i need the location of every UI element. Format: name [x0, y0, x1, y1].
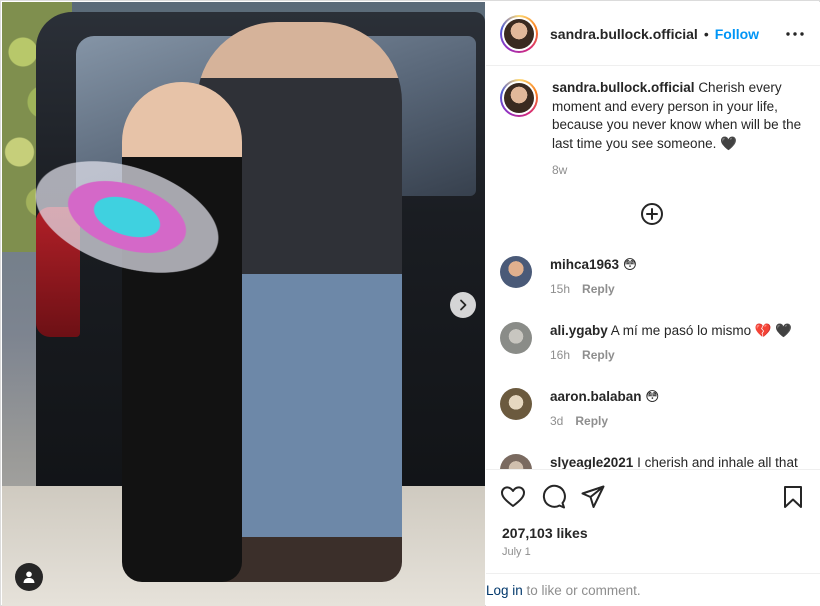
author-username[interactable]: sandra.bullock.official [550, 26, 698, 42]
comment-age: 15h [550, 282, 571, 296]
comment-username[interactable]: mihca1963 [550, 257, 619, 272]
commenter-avatar[interactable] [500, 388, 532, 420]
comment-username[interactable]: slyeagle2021 [550, 455, 633, 469]
avatar [504, 83, 534, 113]
caption-username[interactable]: sandra.bullock.official [552, 80, 695, 95]
commenter-avatar[interactable] [500, 322, 532, 354]
comment-item: mihca1963 😳 15h Reply [500, 256, 810, 296]
comment-username[interactable]: aaron.balaban [550, 389, 642, 404]
commenter-avatar[interactable] [500, 256, 532, 288]
instagram-post-frame: sandra.bullock.official • Follow sandra.… [0, 0, 820, 606]
commenter-avatar[interactable] [500, 454, 532, 469]
post-actions: 207,103 likes July 1 [486, 469, 820, 573]
comment-item: aaron.balaban 😳 3d Reply [500, 388, 810, 428]
login-prompt: Log in to like or comment. [486, 573, 820, 606]
comment-text: 😳 [622, 257, 637, 272]
caption-author-avatar[interactable] [500, 79, 538, 117]
avatar [504, 18, 534, 49]
comment-text: A mí me pasó lo mismo 💔 🖤 [610, 323, 793, 338]
comment-age: 16h [550, 348, 571, 362]
chevron-right-icon [460, 299, 467, 311]
tagged-users-button[interactable] [15, 563, 43, 591]
post-caption: sandra.bullock.official Cherish every mo… [500, 79, 810, 180]
separator-dot: • [703, 25, 709, 42]
post-date[interactable]: July 1 [502, 546, 531, 558]
more-icon [786, 32, 804, 36]
bookmark-icon[interactable] [780, 484, 806, 510]
post-side-panel: sandra.bullock.official • Follow sandra.… [486, 2, 820, 606]
next-photo-button[interactable] [450, 292, 476, 318]
heart-icon[interactable] [500, 484, 526, 510]
follow-button[interactable]: Follow [715, 26, 759, 42]
load-more-comments-icon[interactable] [640, 202, 664, 226]
comment-item: ali.ygaby A mí me pasó lo mismo 💔 🖤 16h R… [500, 322, 810, 362]
person-icon [23, 571, 35, 583]
share-icon[interactable] [580, 484, 606, 510]
reply-button[interactable]: Reply [582, 348, 615, 362]
comment-age: 3d [550, 414, 564, 428]
post-photo[interactable] [2, 2, 485, 606]
login-prompt-text: to like or comment. [522, 582, 641, 598]
woman-figure [122, 82, 242, 582]
comment-text: 😳 [645, 389, 660, 404]
comment-item: slyeagle2021 I cherish and inhale all th… [500, 454, 810, 469]
comment-icon[interactable] [540, 484, 566, 510]
comments-section[interactable]: sandra.bullock.official Cherish every mo… [486, 67, 820, 469]
login-link[interactable]: Log in [486, 583, 523, 598]
caption-age: 8w [552, 163, 568, 177]
post-header: sandra.bullock.official • Follow [486, 2, 820, 66]
likes-count[interactable]: 207,103 likes [502, 525, 588, 541]
reply-button[interactable]: Reply [575, 414, 608, 428]
comment-text: I cherish and inhale all that [637, 455, 798, 469]
comment-username[interactable]: ali.ygaby [550, 323, 608, 338]
author-avatar[interactable] [500, 14, 538, 53]
reply-button[interactable]: Reply [582, 282, 615, 296]
more-options-button[interactable] [786, 26, 804, 42]
